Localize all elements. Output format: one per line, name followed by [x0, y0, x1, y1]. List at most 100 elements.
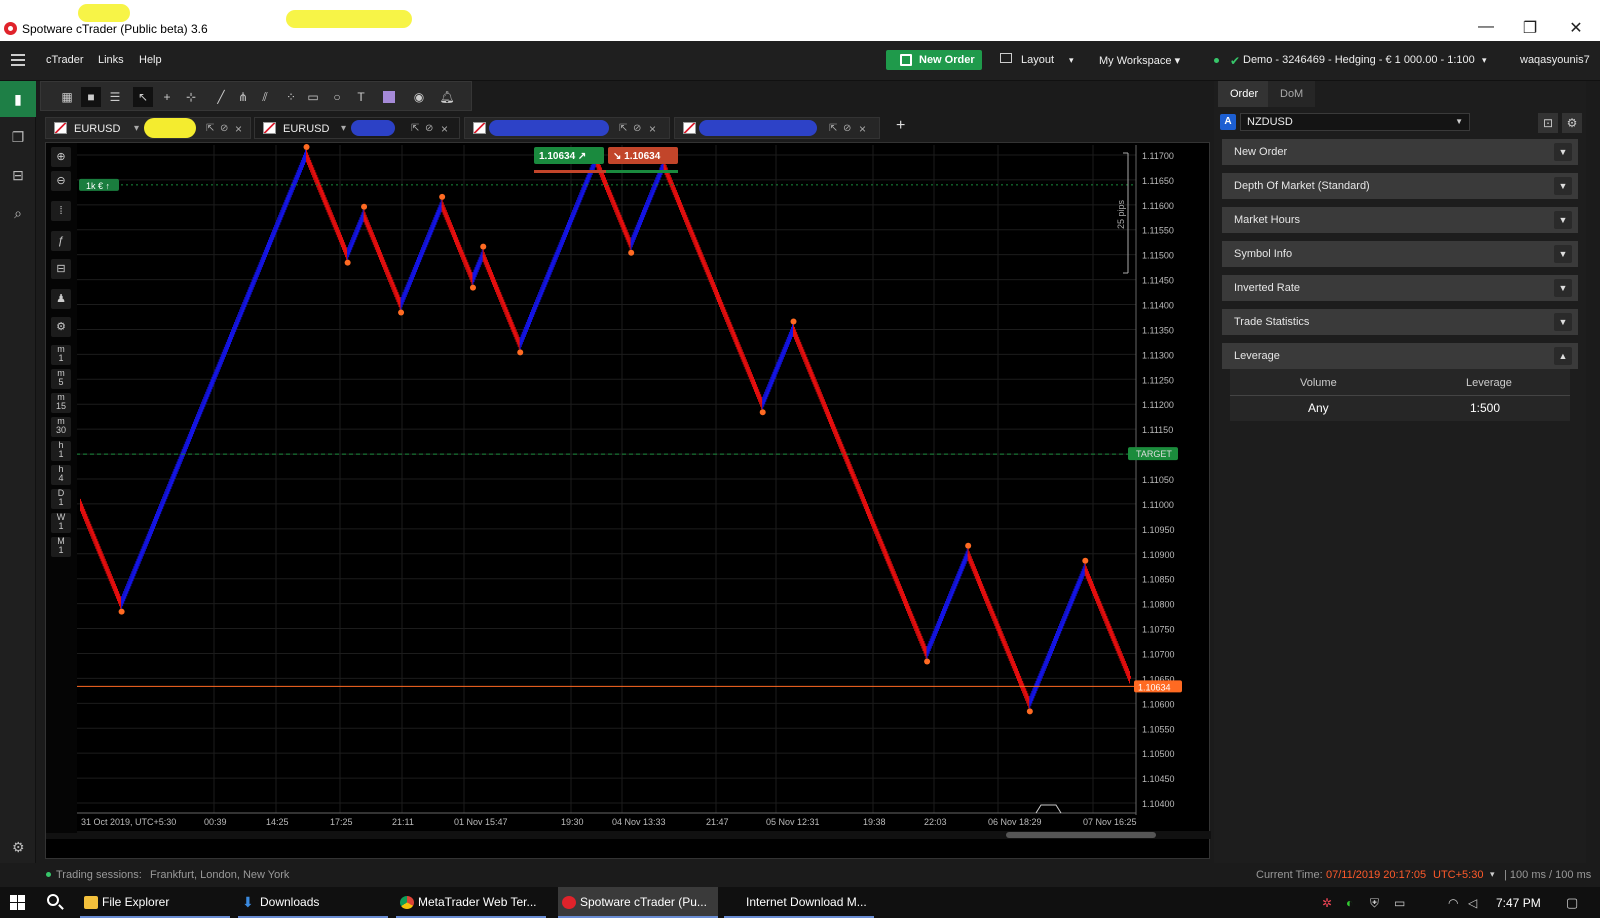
fibonacci-icon[interactable]: ⋔: [233, 87, 253, 107]
detach-icon[interactable]: ⇱: [829, 119, 837, 139]
tab-dom[interactable]: DoM: [1268, 81, 1316, 107]
timeframe-m15[interactable]: m 15: [51, 393, 71, 413]
section-leverage[interactable]: Leverage ▲: [1222, 343, 1578, 369]
notifications-icon[interactable]: ▢: [1566, 895, 1578, 911]
trade-app-icon[interactable]: ▮: [0, 81, 36, 117]
chevron-down-icon[interactable]: ▼: [1554, 177, 1572, 195]
chevron-down-icon[interactable]: ▾: [341, 119, 346, 139]
camera-icon[interactable]: ◉: [409, 87, 429, 107]
symbol-select[interactable]: NZDUSD ▼: [1240, 113, 1470, 131]
section-trade-statistics[interactable]: Trade Statistics ▼: [1222, 309, 1578, 335]
taskbar-idm[interactable]: Internet Download M...: [724, 887, 874, 918]
timeframe-m30[interactable]: m 30: [51, 417, 71, 437]
search-icon[interactable]: [47, 894, 59, 906]
chart-tab-4[interactable]: ⇱ ⊘ ×: [674, 117, 880, 139]
detach-icon[interactable]: ⇱: [411, 119, 419, 139]
indicators-icon[interactable]: ƒ: [51, 231, 71, 251]
chart-settings-icon[interactable]: ⚙: [51, 317, 71, 337]
taskbar-metatrader[interactable]: MetaTrader Web Ter...: [396, 887, 546, 918]
network-icon[interactable]: ◠: [1448, 896, 1458, 910]
copy-app-icon[interactable]: ❐: [0, 119, 36, 155]
close-tab-icon[interactable]: ×: [235, 119, 242, 139]
tray-app-icon[interactable]: ✲: [1322, 896, 1332, 910]
chevron-down-icon[interactable]: ▼: [1554, 279, 1572, 297]
automate-app-icon[interactable]: ⊟: [0, 157, 36, 193]
menu-help[interactable]: Help: [139, 54, 162, 66]
cursor-icon[interactable]: ↖: [133, 87, 153, 107]
link-icon[interactable]: ⊘: [220, 119, 228, 139]
account-selector[interactable]: Demo - 3246469 - Hedging - € 1 000.00 - …: [1243, 54, 1475, 66]
close-tab-icon[interactable]: ×: [649, 119, 656, 139]
tray-app-icon[interactable]: ◐: [1346, 896, 1353, 910]
detach-icon[interactable]: ⇱: [619, 119, 627, 139]
chart-tab-3[interactable]: ⇱ ⊘ ×: [464, 117, 670, 139]
chevron-down-icon[interactable]: ▾: [134, 119, 139, 139]
timeframe-mn1[interactable]: M1: [51, 537, 71, 557]
menu-ctrader[interactable]: cTrader: [46, 54, 84, 66]
chart-link-icon[interactable]: ⊡: [1538, 113, 1558, 133]
chevron-up-icon[interactable]: ▲: [1554, 347, 1572, 365]
username[interactable]: waqasyounis7: [1520, 54, 1590, 66]
link-icon[interactable]: ⊘: [633, 119, 641, 139]
battery-icon[interactable]: ▭: [1394, 896, 1405, 910]
menu-links[interactable]: Links: [98, 54, 124, 66]
text-icon[interactable]: T: [351, 87, 371, 107]
zoom-out-icon[interactable]: ⊖: [51, 171, 71, 191]
timeframe-h4[interactable]: h4: [51, 465, 71, 485]
volume-icon[interactable]: ◁: [1468, 896, 1477, 910]
multi-chart-grid-icon[interactable]: ▦: [57, 87, 77, 107]
new-order-button[interactable]: New Order: [886, 50, 982, 70]
cbot-icon[interactable]: ⊟: [51, 259, 71, 279]
windows-start-icon[interactable]: [10, 895, 26, 911]
section-new-order[interactable]: New Order ▼: [1222, 139, 1578, 165]
taskbar-ctrader[interactable]: Spotware cTrader (Pu...: [558, 887, 718, 918]
chart-tab-2[interactable]: EURUSD ▾ ⇱ ⊘ ×: [254, 117, 460, 139]
chevron-down-icon[interactable]: ▼: [1554, 211, 1572, 229]
chevron-down-icon[interactable]: ▼: [1554, 143, 1572, 161]
timezone-chevron-down-icon[interactable]: ▾: [1490, 869, 1495, 880]
line-tool-icon[interactable]: ╱: [211, 87, 231, 107]
hamburger-menu-icon[interactable]: [11, 54, 25, 66]
rectangle-icon[interactable]: ▭: [303, 87, 323, 107]
timeframe-w1[interactable]: W1: [51, 513, 71, 533]
chart-area[interactable]: 1.11700 1.11650 1.11600 1.11550 1.11500 1.114…: [45, 142, 1211, 860]
section-inverted-rate[interactable]: Inverted Rate ▼: [1222, 275, 1578, 301]
bell-icon[interactable]: 🔔︎: [437, 87, 457, 107]
chevron-down-icon[interactable]: ▼: [1554, 313, 1572, 331]
candlestick-chart[interactable]: 1.11700 1.11650 1.11600 1.11550 1.11500 1.114…: [46, 143, 1211, 860]
timeframe-m5[interactable]: m5: [51, 369, 71, 389]
templates-icon[interactable]: ♟: [51, 289, 71, 309]
account-chevron-down-icon[interactable]: ▾: [1482, 55, 1487, 66]
close-tab-icon[interactable]: ×: [859, 119, 866, 139]
timeframe-d1[interactable]: D1: [51, 489, 71, 509]
zoom-in-icon[interactable]: ⊕: [51, 147, 71, 167]
link-icon[interactable]: ⊘: [425, 119, 433, 139]
add-tab-button[interactable]: +: [896, 117, 905, 135]
detach-icon[interactable]: ⇱: [206, 119, 214, 139]
shield-icon[interactable]: ⛨: [1370, 896, 1379, 911]
tab-order[interactable]: Order: [1218, 81, 1271, 107]
minimize-button[interactable]: —: [1476, 18, 1496, 36]
timezone-selector[interactable]: UTC+5:30: [1433, 869, 1483, 881]
split-chart-icon[interactable]: ☰: [105, 87, 125, 107]
maximize-button[interactable]: ❐: [1520, 18, 1540, 38]
taskbar-downloads[interactable]: ⬇ Downloads: [238, 887, 388, 918]
chart-type-icon[interactable]: ⁞: [51, 201, 71, 221]
timeframe-m1[interactable]: m1: [51, 345, 71, 365]
close-tab-icon[interactable]: ×: [441, 119, 448, 139]
single-chart-icon[interactable]: ■: [81, 87, 101, 107]
workspace-dropdown[interactable]: My Workspace ▾: [1099, 54, 1180, 67]
section-market-hours[interactable]: Market Hours ▼: [1222, 207, 1578, 233]
crosshair-icon[interactable]: +: [157, 87, 177, 107]
close-button[interactable]: ✕: [1566, 18, 1586, 38]
analyze-app-icon[interactable]: ⌕: [0, 195, 36, 231]
timeframe-h1[interactable]: h1: [51, 441, 71, 461]
layout-chevron-down-icon[interactable]: ▾: [1069, 55, 1074, 66]
quick-measure-icon[interactable]: ⊹: [181, 87, 201, 107]
pitchfork-icon[interactable]: ⫽: [255, 87, 275, 107]
gear-icon[interactable]: ⚙: [1562, 113, 1582, 133]
section-depth-of-market[interactable]: Depth Of Market (Standard) ▼: [1222, 173, 1578, 199]
layout-dropdown[interactable]: Layout: [1021, 54, 1054, 66]
color-swatch-icon[interactable]: [379, 87, 399, 107]
section-symbol-info[interactable]: Symbol Info ▼: [1222, 241, 1578, 267]
